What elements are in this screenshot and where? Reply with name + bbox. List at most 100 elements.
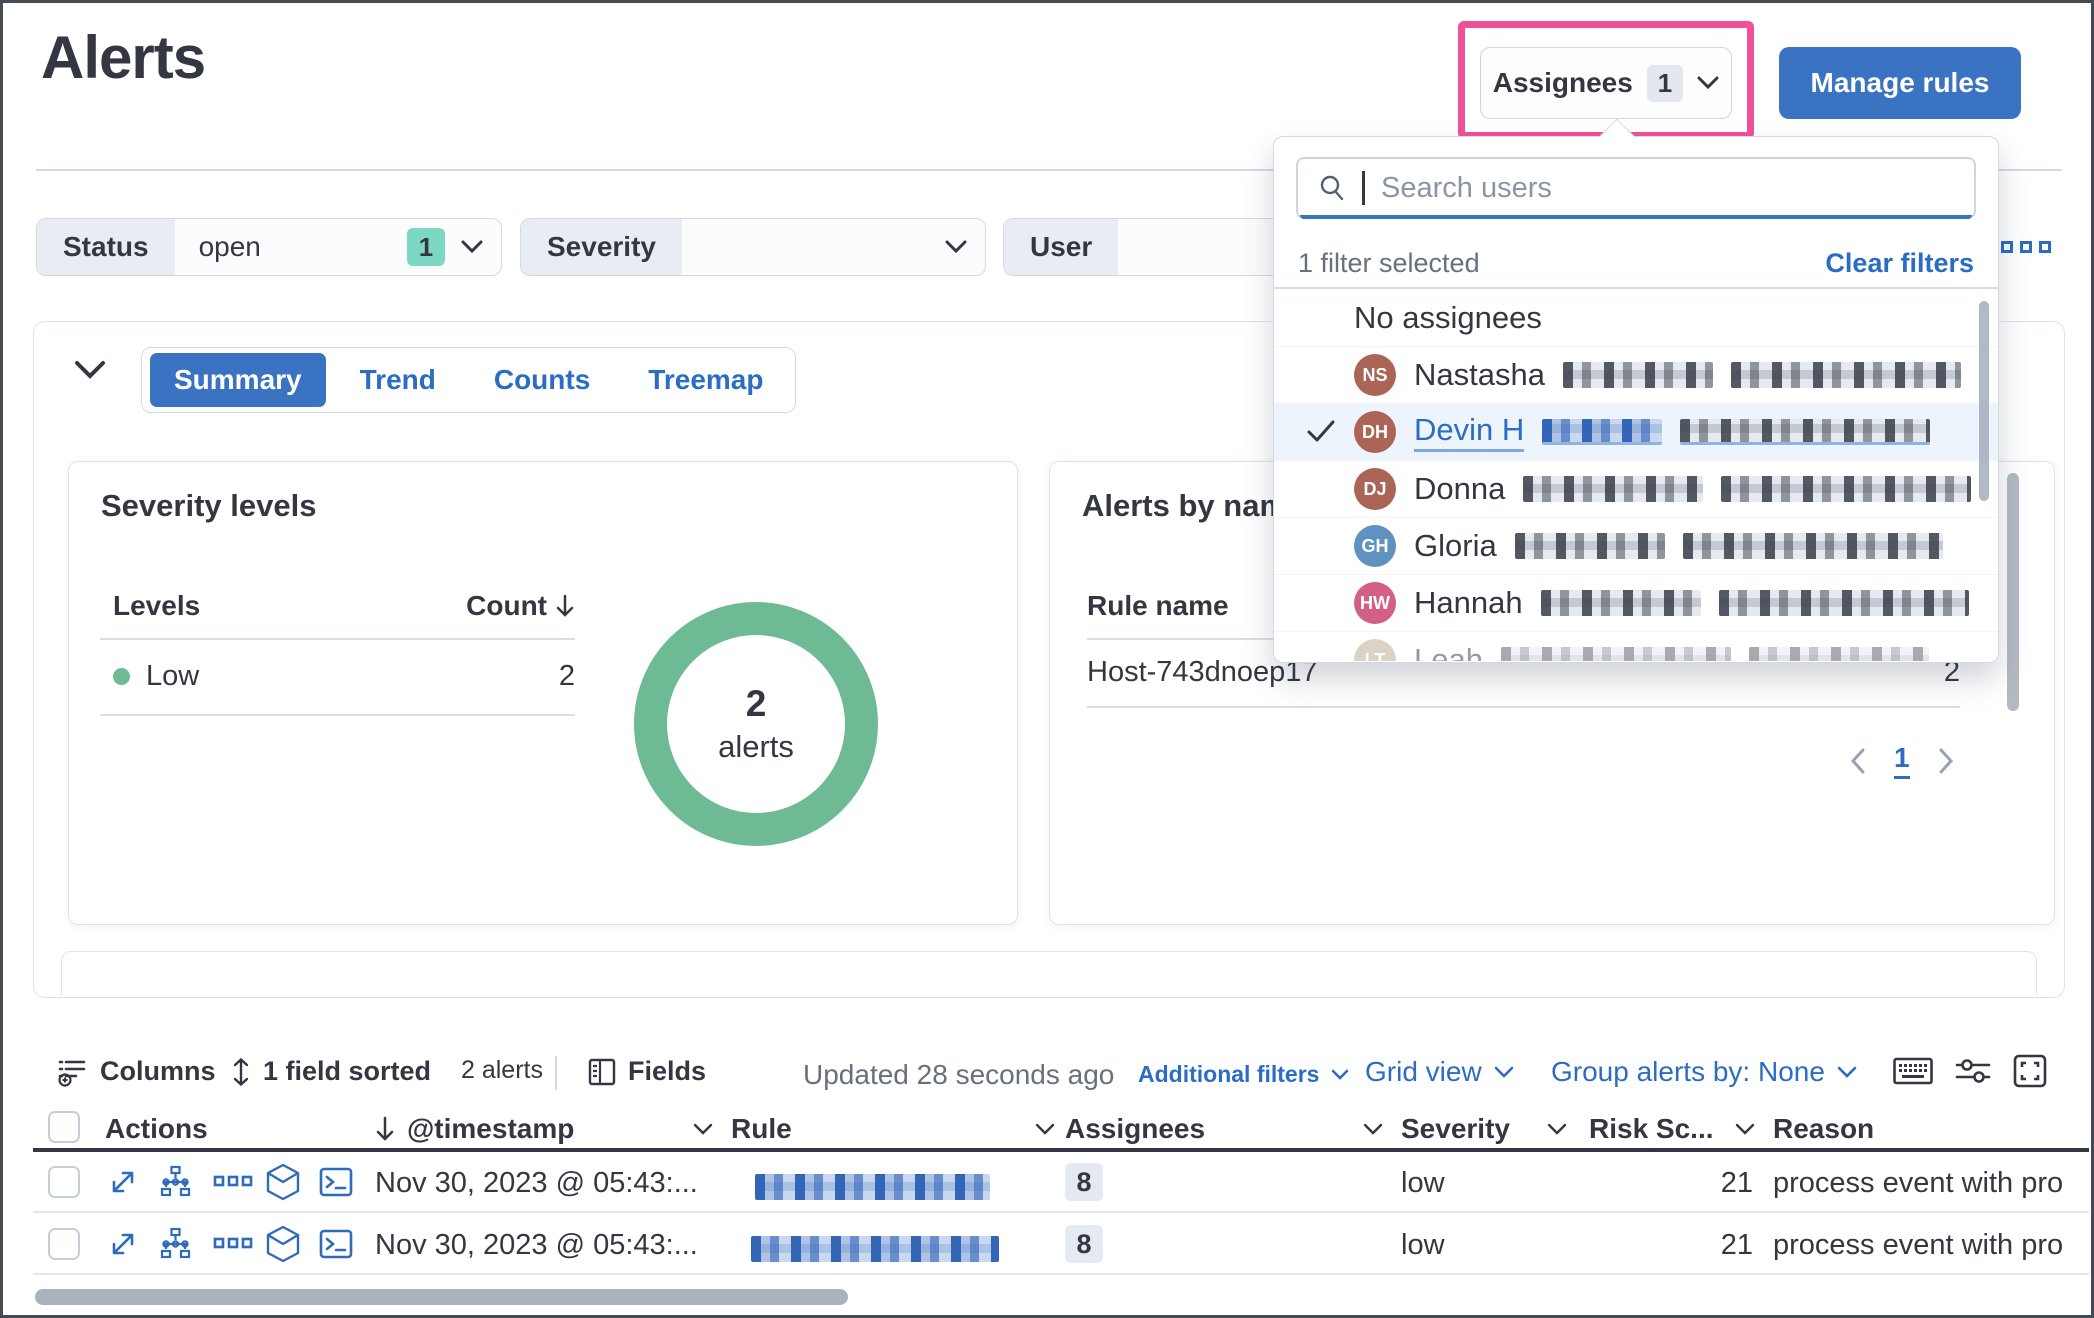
column-menu-chevron-icon[interactable] xyxy=(1035,1123,1055,1136)
rule-name-redacted[interactable] xyxy=(751,1236,999,1262)
column-header-reason[interactable]: Reason xyxy=(1773,1113,1874,1145)
page-prev-icon[interactable] xyxy=(1850,748,1866,774)
clear-filters-link[interactable]: Clear filters xyxy=(1825,248,1974,279)
tab-trend[interactable]: Trend xyxy=(336,364,460,396)
risk-score-cell[interactable]: 21 xyxy=(1693,1167,1753,1200)
tab-summary[interactable]: Summary xyxy=(150,353,326,407)
count-column-header[interactable]: Count xyxy=(466,590,547,622)
avatar: GH xyxy=(1354,525,1396,567)
group-alerts-by-label: Group alerts by: None xyxy=(1551,1056,1825,1088)
sort-desc-icon[interactable] xyxy=(375,1116,395,1142)
option-user[interactable]: HW Hannah xyxy=(1274,575,1998,632)
option-user[interactable]: DJ Donna xyxy=(1274,461,1998,518)
column-header-risk-score[interactable]: Risk Sc... xyxy=(1589,1113,1714,1145)
page-next-icon[interactable] xyxy=(1938,748,1954,774)
more-filters-icon[interactable] xyxy=(2001,241,2051,253)
open-terminal-icon[interactable] xyxy=(319,1229,353,1259)
reason-cell[interactable]: process event with pro xyxy=(1773,1229,2094,1262)
open-terminal-icon[interactable] xyxy=(319,1167,353,1197)
grid-view-button[interactable]: Grid view xyxy=(1365,1056,1514,1088)
column-header-severity[interactable]: Severity xyxy=(1401,1113,1510,1145)
column-menu-chevron-icon[interactable] xyxy=(1363,1123,1383,1136)
option-user-selected[interactable]: DH Devin H xyxy=(1274,404,1998,461)
redacted-text xyxy=(1719,590,1969,616)
option-user[interactable]: NS Nastasha xyxy=(1274,347,1998,404)
avatar: NS xyxy=(1354,354,1396,396)
donut-label: alerts xyxy=(718,729,794,765)
redacted-text xyxy=(1731,362,1961,388)
alerts-donut-chart: 2 alerts xyxy=(634,602,878,846)
avatar: DH xyxy=(1354,411,1396,453)
column-header-timestamp[interactable]: @timestamp xyxy=(407,1113,574,1145)
fullscreen-icon[interactable] xyxy=(2013,1054,2047,1088)
option-no-assignees[interactable]: No assignees xyxy=(1274,290,1998,347)
reason-cell[interactable]: process event with pro xyxy=(1773,1167,2094,1200)
severity-filter[interactable]: Severity xyxy=(520,218,986,276)
alerts-page: Alerts Assignees 1 Manage rules Status o… xyxy=(0,0,2094,1318)
user-filter-label: User xyxy=(1004,219,1118,275)
more-actions-icon[interactable] xyxy=(213,1237,253,1250)
session-view-cube-icon[interactable] xyxy=(265,1163,301,1201)
status-filter-value: open xyxy=(175,219,407,275)
assignees-count-cell[interactable]: 8 xyxy=(1065,1225,1103,1263)
column-header-rule[interactable]: Rule xyxy=(731,1113,792,1145)
row-checkbox[interactable] xyxy=(48,1228,80,1260)
popover-scrollbar[interactable] xyxy=(1979,301,1989,501)
analyze-event-icon[interactable] xyxy=(158,1227,192,1261)
horizontal-scrollbar[interactable] xyxy=(35,1289,848,1305)
levels-column-header[interactable]: Levels xyxy=(113,590,200,622)
avatar: DJ xyxy=(1354,468,1396,510)
search-placeholder: Search users xyxy=(1381,172,1552,205)
column-header-assignees[interactable]: Assignees xyxy=(1065,1113,1205,1145)
severity-filter-label: Severity xyxy=(521,219,682,275)
timestamp-cell[interactable]: Nov 30, 2023 @ 05:43:... xyxy=(375,1229,698,1262)
alerts-by-name-title: Alerts by name xyxy=(1082,488,1304,524)
severity-cell[interactable]: low xyxy=(1401,1167,1445,1200)
assignees-count-cell[interactable]: 8 xyxy=(1065,1163,1103,1201)
column-menu-chevron-icon[interactable] xyxy=(693,1123,713,1136)
updated-timestamp: Updated 28 seconds ago xyxy=(803,1059,1114,1091)
row-checkbox[interactable] xyxy=(48,1166,80,1198)
select-all-checkbox[interactable] xyxy=(48,1111,80,1143)
option-user[interactable]: LT Leah xyxy=(1274,632,1998,661)
severity-table-row[interactable]: Low 2 xyxy=(113,638,575,714)
group-alerts-by-button[interactable]: Group alerts by: None xyxy=(1551,1056,1857,1088)
page-number-1[interactable]: 1 xyxy=(1894,742,1910,779)
filter-selected-count: 1 filter selected xyxy=(1298,248,1480,279)
status-filter[interactable]: Status open 1 xyxy=(36,218,502,276)
inspect-controls-icon[interactable] xyxy=(1955,1056,1991,1086)
redacted-text xyxy=(1721,476,1971,502)
keyboard-shortcuts-icon[interactable] xyxy=(1893,1056,1933,1086)
column-menu-chevron-icon[interactable] xyxy=(1547,1123,1567,1136)
analyze-event-icon[interactable] xyxy=(158,1165,192,1199)
option-user[interactable]: GH Gloria xyxy=(1274,518,1998,575)
expand-alert-icon[interactable] xyxy=(108,1229,138,1259)
rule-name-redacted[interactable] xyxy=(755,1174,990,1200)
tab-treemap[interactable]: Treemap xyxy=(624,364,787,396)
donut-value: 2 xyxy=(746,683,767,725)
redacted-text xyxy=(1515,533,1665,559)
page-scrollbar[interactable] xyxy=(2007,473,2019,711)
more-actions-icon[interactable] xyxy=(213,1175,253,1188)
session-view-cube-icon[interactable] xyxy=(265,1225,301,1263)
columns-button[interactable]: Columns xyxy=(58,1056,216,1087)
fields-sorted-button[interactable]: 1 field sorted xyxy=(231,1056,431,1087)
grid-view-label: Grid view xyxy=(1365,1056,1482,1088)
rule-name-column-header[interactable]: Rule name xyxy=(1087,590,1229,622)
expand-alert-icon[interactable] xyxy=(108,1167,138,1197)
fields-button[interactable]: Fields xyxy=(588,1056,706,1087)
column-header-actions: Actions xyxy=(105,1113,208,1145)
additional-filters-button[interactable]: Additional filters xyxy=(1138,1061,1349,1088)
tab-counts[interactable]: Counts xyxy=(470,364,614,396)
redacted-text xyxy=(1542,419,1662,445)
collapse-section-chevron-icon[interactable] xyxy=(73,359,107,381)
risk-score-cell[interactable]: 21 xyxy=(1693,1229,1753,1262)
check-icon xyxy=(1306,418,1336,444)
timestamp-cell[interactable]: Nov 30, 2023 @ 05:43:... xyxy=(375,1167,698,1200)
column-menu-chevron-icon[interactable] xyxy=(1735,1123,1755,1136)
severity-cell[interactable]: low xyxy=(1401,1229,1445,1262)
manage-rules-button[interactable]: Manage rules xyxy=(1779,47,2021,119)
assignees-popover: Search users 1 filter selected Clear fil… xyxy=(1273,136,1999,663)
search-icon xyxy=(1318,174,1346,202)
search-users-input[interactable]: Search users xyxy=(1296,157,1976,219)
